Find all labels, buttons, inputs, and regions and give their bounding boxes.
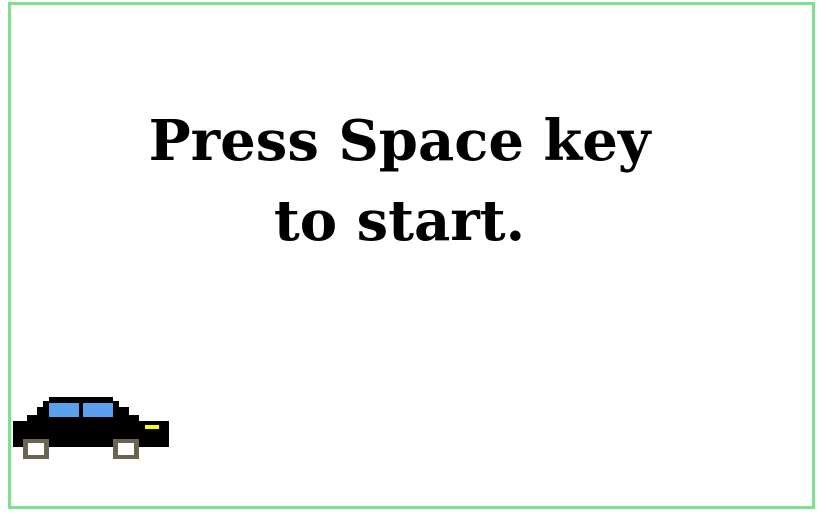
car-wheel-rear [113,439,139,459]
start-prompt-line-2: to start. [273,188,526,254]
car-window-rear [83,403,113,417]
game-canvas[interactable]: Press Space key to start. [8,2,815,509]
start-prompt-line-1: Press Space key [148,108,651,174]
car-wheel-front [23,439,49,459]
car-window-front [49,403,79,417]
car-sprite [13,397,169,459]
player-car [13,397,169,461]
start-prompt: Press Space key to start. [0,101,800,261]
car-headlight [145,425,159,429]
